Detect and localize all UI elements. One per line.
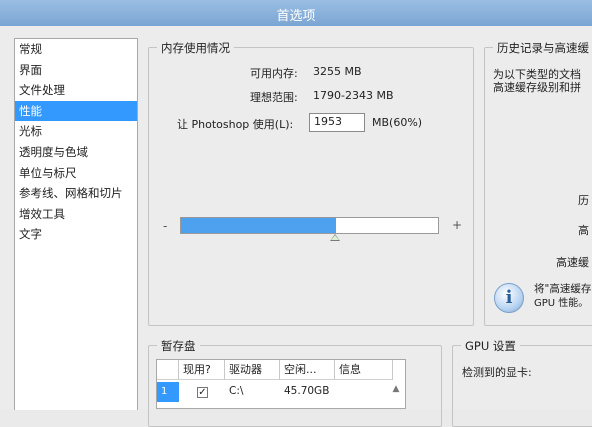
- column-header-info[interactable]: 信息: [335, 360, 393, 380]
- category-item-performance[interactable]: 性能: [15, 100, 137, 122]
- category-item-cursors[interactable]: 光标: [15, 121, 137, 142]
- category-list: 常规 界面 文件处理 性能 光标 透明度与色域 单位与标尺 参考线、网格和切片 …: [14, 38, 138, 410]
- table-row-number[interactable]: 1: [157, 382, 179, 402]
- gpu-settings-legend: GPU 设置: [461, 338, 520, 354]
- window-title: 首选项: [276, 9, 316, 24]
- available-memory-value: 3255 MB: [313, 65, 362, 78]
- ideal-range-value: 1790-2343 MB: [313, 89, 394, 102]
- memory-percent-label: MB(60%): [372, 116, 423, 129]
- category-item-plugins[interactable]: 增效工具: [15, 204, 137, 225]
- category-item-guides[interactable]: 参考线、网格和切片: [15, 183, 137, 204]
- drive-cell: C:\: [229, 385, 244, 397]
- category-item-transparency[interactable]: 透明度与色域: [15, 142, 137, 163]
- memory-slider-fill: [181, 218, 336, 233]
- history-cache-legend: 历史记录与高速缓: [493, 40, 592, 56]
- history-description-line2: 高速缓存级别和拼: [493, 81, 581, 94]
- memory-slider-track[interactable]: [180, 217, 439, 234]
- memory-usage-group: 内存使用情况: [148, 40, 474, 326]
- decrease-symbol: -: [163, 219, 168, 233]
- detected-graphics-card-label: 检测到的显卡:: [462, 366, 532, 379]
- scratch-disk-legend: 暂存盘: [157, 338, 200, 354]
- cache-tile-size-label: 高速缓: [556, 256, 589, 269]
- category-item-file-handling[interactable]: 文件处理: [15, 80, 137, 101]
- category-item-type[interactable]: 文字: [15, 224, 137, 245]
- info-icon: i: [494, 283, 524, 313]
- increase-symbol: +: [452, 218, 463, 232]
- category-item-interface[interactable]: 界面: [15, 60, 137, 81]
- row-number-header: [157, 360, 179, 380]
- cache-note-line2: GPU 性能。: [534, 298, 589, 309]
- title-bar[interactable]: 首选项: [0, 0, 592, 27]
- scratch-disk-table: 现用? 驱动器 空闲... 信息 1 ✓ C:\ 45.70GB ▲: [156, 359, 406, 409]
- memory-slider-thumb[interactable]: [330, 234, 340, 241]
- let-photoshop-use-label: 让 Photoshop 使用(L):: [177, 118, 294, 131]
- column-header-active[interactable]: 现用?: [179, 360, 225, 380]
- available-memory-label: 可用内存:: [250, 67, 298, 80]
- memory-amount-input[interactable]: 1953: [309, 113, 365, 132]
- category-item-general[interactable]: 常规: [15, 39, 137, 60]
- free-space-cell: 45.70GB: [284, 385, 330, 397]
- column-header-drive[interactable]: 驱动器: [225, 360, 280, 380]
- column-header-free-space[interactable]: 空闲...: [280, 360, 335, 380]
- gpu-settings-group: GPU 设置: [452, 338, 592, 427]
- category-item-units[interactable]: 单位与标尺: [15, 163, 137, 184]
- info-cell: [335, 382, 339, 400]
- memory-usage-legend: 内存使用情况: [157, 40, 234, 56]
- history-states-label: 历: [578, 194, 589, 207]
- active-checkbox[interactable]: ✓: [197, 387, 208, 398]
- scroll-up-arrow-icon[interactable]: ▲: [389, 384, 403, 398]
- cache-levels-label: 高: [578, 224, 589, 237]
- ideal-range-label: 理想范围:: [250, 91, 298, 104]
